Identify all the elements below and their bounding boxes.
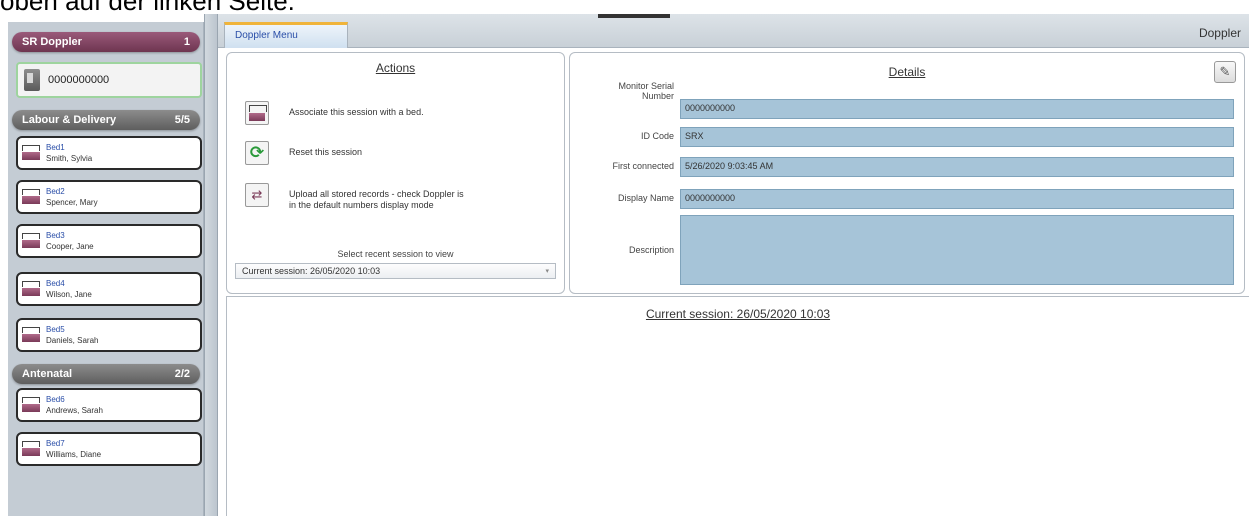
field-serial-number[interactable]: 0000000000 [680,99,1234,119]
bed-card-6[interactable]: Bed6 Andrews, Sarah [16,388,202,422]
patient-name: Andrews, Sarah [46,406,103,415]
details-heading: Details [888,65,926,79]
bed-icon [22,397,40,413]
session-select-value: Current session: 26/05/2020 10:03 [242,266,381,276]
group-title: SR Doppler [22,36,82,48]
bed-card-2[interactable]: Bed2 Spencer, Mary [16,180,202,214]
bed-name: Bed7 [46,439,65,448]
device-serial-label: 0000000000 [48,74,110,86]
session-select[interactable]: Current session: 26/05/2020 10:03 ▾ [235,263,556,279]
bed-icon [22,233,40,249]
sidebar: SR Doppler 1 0000000000 Labour & Deliver… [8,22,204,516]
chevron-down-icon: ▾ [545,268,549,275]
bed-card-1[interactable]: Bed1 Smith, Sylvia [16,136,202,170]
action-label: Reset this session [289,147,363,157]
tab-doppler-menu[interactable]: Doppler Menu [224,22,348,48]
bed-icon [22,327,40,343]
bed-name: Bed6 [46,395,65,404]
drag-handle[interactable] [598,14,670,18]
field-first-connected[interactable]: 5/26/2020 9:03:45 AM [680,157,1234,177]
group-count: 5/5 [174,114,190,126]
bed-name: Bed5 [46,325,65,334]
associate-bed-action[interactable]: Associate this session with a bed. [245,101,424,125]
patient-name: Daniels, Sarah [46,336,99,345]
bed-card-4[interactable]: Bed4 Wilson, Jane [16,272,202,306]
field-label-display-name: Display Name [617,193,674,203]
group-title: Antenatal [22,368,73,380]
bed-icon [22,189,40,205]
actions-heading: Actions [375,61,416,75]
patient-name: Wilson, Jane [46,290,92,299]
group-count: 2/2 [174,368,190,380]
upload-icon[interactable]: ⇄ [245,183,269,207]
refresh-icon[interactable]: ⟳ [245,141,269,165]
field-display-name[interactable]: 0000000000 [680,189,1234,209]
bed-icon [22,441,40,457]
group-header-labour-delivery[interactable]: Labour & Delivery 5/5 [12,110,200,130]
doppler-device-card[interactable]: 0000000000 [16,62,202,98]
field-description[interactable] [680,215,1234,285]
group-title: Labour & Delivery [22,114,117,126]
header-bar: Doppler Menu Doppler [218,14,1249,48]
patient-name: Smith, Sylvia [46,154,93,163]
field-label-serial: Monitor Serial Number [618,81,674,101]
bed-name: Bed3 [46,231,65,240]
field-label-id-code: ID Code [640,131,674,141]
actions-panel: Actions Associate this session with a be… [226,52,565,294]
bed-name: Bed4 [46,279,65,288]
current-session-title: Current session: 26/05/2020 10:03 [645,307,831,321]
action-label: Upload all stored records - check Dopple… [289,189,464,210]
reset-session-action[interactable]: ⟳ Reset this session [245,141,362,165]
bed-card-5[interactable]: Bed5 Daniels, Sarah [16,318,202,352]
page-title: Doppler [1198,26,1241,40]
bed-card-7[interactable]: Bed7 Williams, Diane [16,432,202,466]
edit-button[interactable]: ✎ [1214,61,1236,83]
bed-icon [22,145,40,161]
field-label-description: Description [628,245,674,255]
bed-icon[interactable] [245,101,269,125]
patient-name: Williams, Diane [46,450,102,459]
edit-icon: ✎ [1219,64,1231,79]
field-label-first-connected: First connected [612,161,674,171]
bed-name: Bed1 [46,143,65,152]
action-label: Associate this session with a bed. [289,107,424,117]
patient-name: Cooper, Jane [46,242,94,251]
patient-name: Spencer, Mary [46,198,98,207]
bed-icon [22,281,40,297]
group-header-sr-doppler[interactable]: SR Doppler 1 [12,32,200,52]
field-id-code[interactable]: SRX [680,127,1234,147]
upload-records-action[interactable]: ⇄ Upload all stored records - check Dopp… [245,183,469,211]
group-header-antenatal[interactable]: Antenatal 2/2 [12,364,200,384]
bed-name: Bed2 [46,187,65,196]
group-count: 1 [183,36,190,48]
doppler-device-icon [24,69,40,91]
session-panel: Current session: 26/05/2020 10:03 [226,296,1249,516]
details-panel: Details ✎ Monitor Serial Number 00000000… [569,52,1245,294]
select-session-caption: Select recent session to view [337,249,454,259]
bed-card-3[interactable]: Bed3 Cooper, Jane [16,224,202,258]
sidebar-splitter[interactable] [204,14,218,516]
